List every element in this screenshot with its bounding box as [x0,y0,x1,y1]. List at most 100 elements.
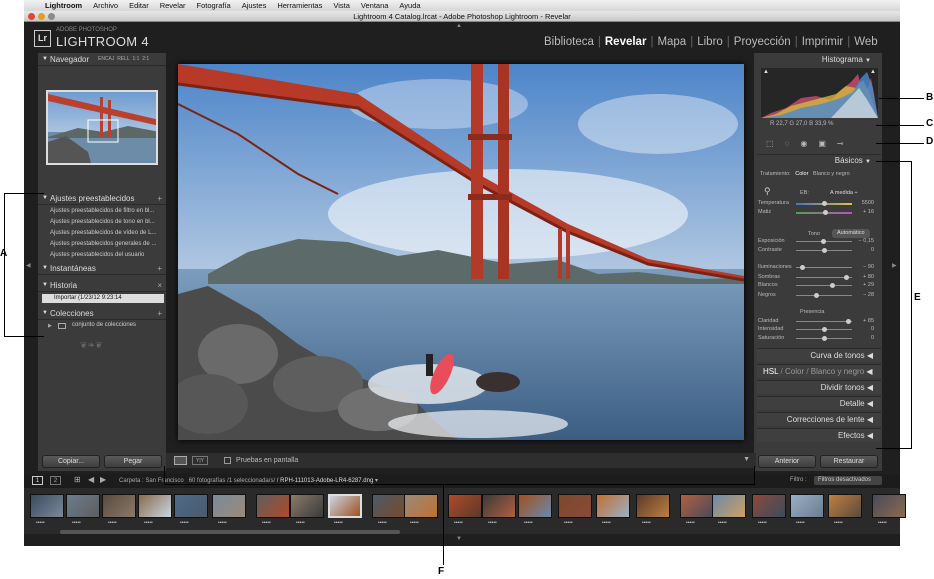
filmstrip-thumbnail[interactable] [448,494,482,518]
panel-collapse-right-icon[interactable]: ▶ [892,262,897,269]
graduated-filter-icon[interactable]: ▣ [818,139,826,148]
history-header[interactable]: ▼ Historia × [38,279,166,292]
slider-value[interactable]: 5500 [856,200,874,206]
filmstrip-thumbnail[interactable] [828,494,862,518]
filmstrip-thumbnail[interactable] [482,494,516,518]
slider-knob[interactable] [822,327,827,332]
preset-folder[interactable]: Ajustes preestablecidos de tono en bl... [42,217,166,227]
filmstrip-scrollbar[interactable] [60,530,400,534]
slider-value[interactable]: 0 [856,326,874,332]
preset-folder[interactable]: Ajustes preestablecidos de filtro en bl.… [42,206,166,216]
screen-2-button[interactable]: 2 [50,476,61,485]
module-biblioteca[interactable]: Biblioteca [540,36,598,48]
histogram[interactable]: ▲ ▲ [761,68,878,118]
minimize-window-button[interactable] [38,13,45,20]
screen-1-button[interactable]: 1 [32,476,43,485]
loupe-view-icon[interactable] [174,456,187,465]
module-libro[interactable]: Libro [693,36,727,48]
menu-item-ayuda[interactable]: Ayuda [399,1,420,10]
slider-value[interactable]: + 85 [856,318,874,324]
expand-triangle-icon[interactable]: ▶ [48,323,52,329]
presets-header[interactable]: ▼ Ajustes preestablecidos + [38,192,166,205]
zoom-2-1[interactable]: 2:1 [142,56,149,62]
hsl-tab[interactable]: HSL [763,367,778,376]
section-detail[interactable]: Detalle ◀ [757,396,881,410]
slider-value[interactable]: + 29 [856,282,874,288]
menu-item-herramientas[interactable]: Herramientas [277,1,322,10]
slider-value[interactable]: − 28 [856,292,874,298]
filter-select[interactable]: Filtros desactivados [814,476,882,485]
preset-folder[interactable]: Ajustes preestablecidos de vídeo de L... [42,228,166,238]
menu-item-ventana[interactable]: Ventana [361,1,389,10]
filmstrip-thumbnail[interactable] [518,494,552,518]
panel-collapse-left-icon[interactable]: ◀ [26,262,31,269]
highlight-clipping-icon[interactable]: ▲ [870,69,876,75]
filmstrip-thumbnail[interactable] [712,494,746,518]
before-after-icon[interactable]: Y|Y [192,456,208,465]
close-window-button[interactable] [28,13,35,20]
slider-value[interactable]: 0 [856,335,874,341]
zoom-window-button[interactable] [48,13,55,20]
clear-history-icon[interactable]: × [157,279,162,292]
filmstrip-thumbnail[interactable] [138,494,172,518]
menu-item-revelar[interactable]: Revelar [160,1,186,10]
filmstrip-thumbnail[interactable] [680,494,714,518]
collection-set-label[interactable]: conjunto de colecciones [72,322,136,328]
menu-item-editar[interactable]: Editar [129,1,149,10]
previous-button[interactable]: Anterior [758,455,816,468]
shadow-clipping-icon[interactable]: ▲ [763,69,769,75]
menu-app[interactable]: Lightroom [45,1,82,10]
filmstrip-source[interactable]: Carpeta : San Francisco 60 fotografías /… [119,477,378,484]
slider-value[interactable]: + 16 [856,209,874,215]
module-web[interactable]: Web [850,36,881,48]
section-tone-curve[interactable]: Curva de tonos ◀ [757,348,881,362]
toolbar-menu-icon[interactable]: ▼ [743,456,750,463]
filmstrip-thumbnail[interactable] [256,494,290,518]
zoom-1-1[interactable]: 1:1 [132,56,139,62]
filmstrip-thumbnail[interactable] [790,494,824,518]
filmstrip-thumbnail[interactable] [66,494,100,518]
menu-item-fotografia[interactable]: Fotografía [197,1,231,10]
treatment-color[interactable]: Color [795,171,808,177]
module-mapa[interactable]: Mapa [653,36,690,48]
filmstrip-thumbnail[interactable] [872,494,906,518]
panel-collapse-bottom-icon[interactable]: ▼ [456,536,462,542]
slider-knob[interactable] [822,201,827,206]
preset-folder[interactable]: Ajustes preestablecidos generales de ... [42,239,166,249]
slider-track[interactable] [796,321,852,322]
filmstrip-thumbnail[interactable] [290,494,324,518]
filmstrip-thumbnail[interactable] [596,494,630,518]
section-hsl[interactable]: HSL / Color / Blanco y negro ◀ [757,364,881,378]
filmstrip-thumbnail[interactable] [404,494,438,518]
filmstrip-thumbnail[interactable] [328,494,362,518]
back-arrow-icon[interactable]: ◀ [88,475,94,484]
soft-proof-checkbox[interactable] [224,457,231,464]
collections-header[interactable]: ▼ Colecciones + [38,307,166,320]
zoom-fit[interactable]: ENCAJ [98,56,114,62]
section-lens-corrections[interactable]: Correcciones de lente ◀ [757,412,881,426]
panel-collapse-top-icon[interactable]: ▲ [456,23,462,29]
module-proyeccion[interactable]: Proyección [730,36,795,48]
treatment-bw[interactable]: Blanco y negro [813,171,850,177]
menu-item-vista[interactable]: Vista [333,1,350,10]
add-collection-icon[interactable]: + [157,307,162,320]
forward-arrow-icon[interactable]: ▶ [100,475,106,484]
slider-track[interactable] [796,295,852,296]
red-eye-icon[interactable]: ◉ [800,139,807,148]
add-preset-icon[interactable]: + [157,192,162,205]
slider-knob[interactable] [820,239,826,244]
filmstrip-thumbnail[interactable] [636,494,670,518]
crop-tool-icon[interactable]: ⬚ [766,139,774,148]
filmstrip-thumbnail[interactable] [30,494,64,518]
slider-knob[interactable] [822,248,827,253]
slider-value[interactable]: − 0,15 [856,238,874,244]
filmstrip-thumbnail[interactable] [752,494,786,518]
section-split-toning[interactable]: Dividir tonos ◀ [757,380,881,394]
grid-view-icon[interactable]: ⊞ [74,475,81,484]
navigator-header[interactable]: ▼ Navegador ENCAJ RELL 1:1 2:1 [38,53,166,66]
wb-select[interactable]: A medida ÷ [830,190,857,196]
color-tab[interactable]: Color [785,367,804,376]
slider-knob[interactable] [822,336,827,341]
slider-track[interactable] [796,285,852,286]
preset-folder[interactable]: Ajustes preestablecidos del usuario [42,250,166,260]
